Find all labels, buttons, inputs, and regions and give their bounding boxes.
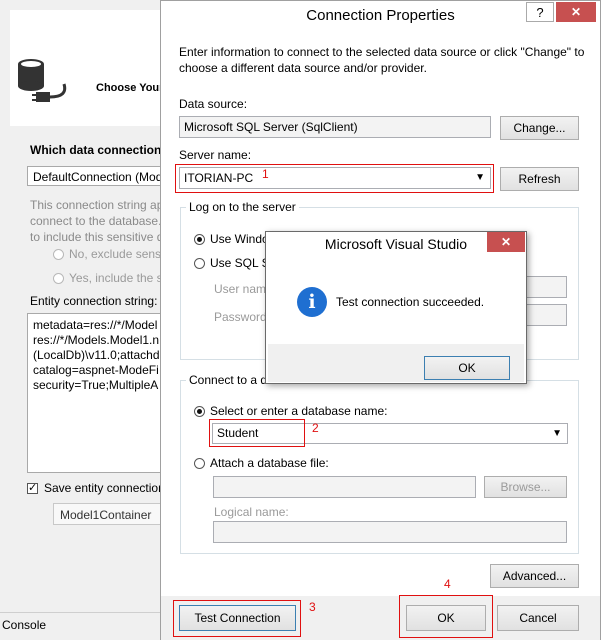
ecs-line: res://*/Models.Model1.n <box>33 333 160 347</box>
divider <box>0 612 170 613</box>
radio-icon <box>53 249 64 261</box>
radio-label: No, exclude sensi <box>69 247 164 261</box>
data-connection-combo[interactable]: DefaultConnection (Mod <box>27 166 170 186</box>
message-ok-button[interactable]: OK <box>424 356 510 380</box>
radio-icon <box>53 273 64 285</box>
entity-connection-label: Entity connection string: <box>30 294 158 308</box>
save-connection-checkbox[interactable]: Save entity connection <box>27 481 165 495</box>
message-close-button[interactable]: ✕ <box>487 232 525 252</box>
radio-label: Attach a database file: <box>210 456 329 470</box>
ecs-line: metadata=res://*/Model <box>33 318 158 332</box>
dialog-close-button[interactable]: ✕ <box>556 2 596 22</box>
change-button[interactable]: Change... <box>500 116 579 140</box>
annotation-number: 1 <box>262 167 269 181</box>
radio-icon <box>194 406 205 418</box>
ecs-line: catalog=aspnet-ModeFi <box>33 363 159 377</box>
logical-name-field[interactable] <box>213 521 567 543</box>
database-plug-icon <box>18 59 67 102</box>
message-text: Test connection succeeded. <box>336 295 485 309</box>
browse-button[interactable]: Browse... <box>484 476 567 498</box>
radio-icon <box>194 258 205 270</box>
radio-icon <box>194 234 205 246</box>
note-line: to include this sensitive d <box>30 230 164 244</box>
wizard-title: Choose Your <box>96 82 164 94</box>
data-source-label: Data source: <box>179 97 248 111</box>
radio-label: Yes, include the s <box>69 271 163 285</box>
checkbox-label: Save entity connection <box>44 481 165 495</box>
include-sensitive-radio[interactable]: Yes, include the s <box>53 271 163 285</box>
refresh-button[interactable]: Refresh <box>500 167 579 191</box>
annotation-number: 3 <box>309 600 316 614</box>
select-db-radio[interactable]: Select or enter a database name: <box>194 404 387 418</box>
help-button[interactable]: ? <box>526 2 554 22</box>
entity-connection-textbox[interactable]: metadata=res://*/Model res://*/Models.Mo… <box>27 313 170 473</box>
info-icon: i <box>297 287 327 317</box>
annotation-box-test <box>173 600 301 637</box>
annotation-box-ok <box>399 595 493 638</box>
ecs-line: (LocalDb)\v11.0;attachdb <box>33 348 167 362</box>
cancel-button[interactable]: Cancel <box>497 605 579 631</box>
radio-icon <box>194 458 205 470</box>
server-name-label: Server name: <box>179 148 252 162</box>
logon-group-title: Log on to the server <box>186 200 299 214</box>
sensitive-data-note: This connection string ap connect to the… <box>30 197 170 245</box>
password-label: Password: <box>214 310 271 324</box>
annotation-box-server <box>175 164 494 193</box>
data-connection-question: Which data connection s <box>30 143 172 157</box>
container-name-field[interactable]: Model1Container <box>53 503 170 525</box>
attach-db-radio[interactable]: Attach a database file: <box>194 456 329 470</box>
note-line: This connection string ap <box>30 198 164 212</box>
ecs-line: security=True;MultipleA <box>33 378 159 392</box>
annotation-number: 2 <box>312 421 319 435</box>
logical-name-label: Logical name: <box>214 505 289 519</box>
console-tab[interactable]: Console <box>2 618 46 632</box>
annotation-box-database <box>209 419 305 447</box>
chevron-down-icon[interactable]: ▼ <box>552 424 562 443</box>
radio-label: Select or enter a database name: <box>210 404 388 418</box>
note-line: connect to the database. <box>30 214 162 228</box>
advanced-button[interactable]: Advanced... <box>490 564 579 588</box>
data-source-field: Microsoft SQL Server (SqlClient) <box>179 116 491 138</box>
exclude-sensitive-radio[interactable]: No, exclude sensi <box>53 247 164 261</box>
annotation-number: 4 <box>444 577 451 591</box>
intro-text: Enter information to connect to the sele… <box>179 45 585 75</box>
checkbox-icon <box>27 481 38 495</box>
attach-file-field[interactable] <box>213 476 476 498</box>
